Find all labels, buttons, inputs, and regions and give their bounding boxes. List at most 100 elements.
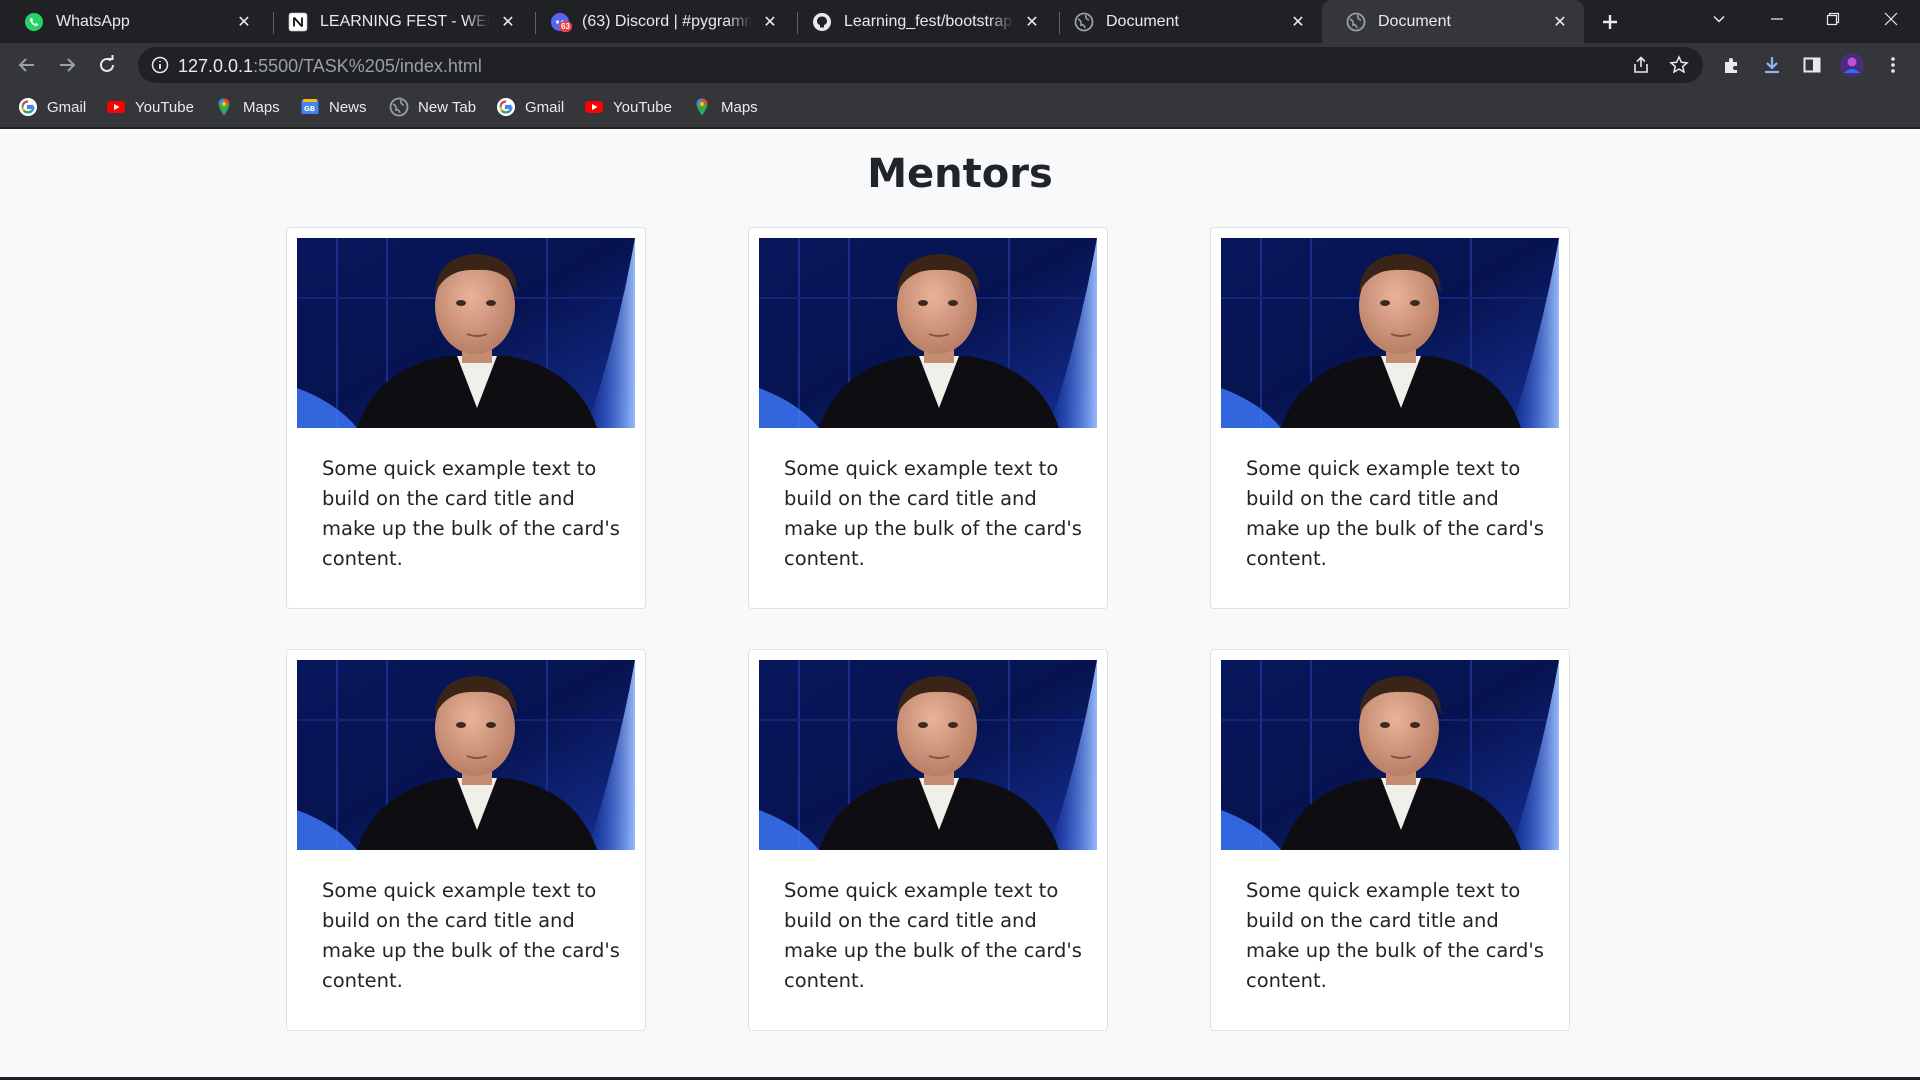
tab-whatsapp[interactable]: WhatsApp ✕ bbox=[0, 0, 268, 43]
tab-document[interactable]: Document ✕ bbox=[1050, 0, 1322, 43]
close-window-button[interactable] bbox=[1868, 0, 1914, 38]
plus-icon bbox=[1603, 15, 1617, 29]
close-icon[interactable]: ✕ bbox=[1550, 12, 1570, 32]
maps-icon bbox=[214, 97, 234, 117]
card-text: Some quick example text to build on the … bbox=[784, 457, 1082, 570]
close-icon[interactable]: ✕ bbox=[1288, 12, 1308, 32]
forward-button[interactable] bbox=[54, 52, 80, 78]
bookmark-label: YouTube bbox=[613, 98, 672, 116]
bookmark-gmail[interactable]: Gmail bbox=[496, 96, 564, 118]
mentor-card: Some quick example text to build on the … bbox=[286, 649, 646, 1031]
extensions-button[interactable] bbox=[1719, 52, 1745, 78]
mentor-photo bbox=[759, 660, 1097, 850]
card-text: Some quick example text to build on the … bbox=[1246, 457, 1544, 570]
svg-text:GB: GB bbox=[304, 105, 315, 113]
card-text: Some quick example text to build on the … bbox=[322, 879, 620, 992]
mentor-card: Some quick example text to build on the … bbox=[1210, 227, 1570, 609]
news-icon: GB bbox=[300, 97, 320, 117]
tab-search-button[interactable] bbox=[1696, 0, 1742, 38]
reload-icon bbox=[100, 55, 114, 72]
card-text: Some quick example text to build on the … bbox=[784, 879, 1082, 992]
youtube-icon bbox=[106, 97, 126, 117]
tab-github[interactable]: Learning_fest/bootstrap/ta ✕ bbox=[788, 0, 1056, 43]
tab-title: WhatsApp bbox=[56, 12, 130, 30]
minimize-icon bbox=[1771, 18, 1783, 20]
restore-icon bbox=[1826, 12, 1840, 26]
bookmark-label: News bbox=[329, 98, 367, 116]
page-title: Mentors bbox=[867, 151, 1053, 197]
chevron-down-icon bbox=[1713, 15, 1725, 23]
share-icon[interactable] bbox=[1631, 55, 1651, 80]
restore-button[interactable] bbox=[1810, 0, 1856, 38]
mentor-photo bbox=[1221, 238, 1559, 428]
address-bar[interactable]: 127.0.0.1:5500/TASK%205/index.html bbox=[138, 47, 1703, 83]
globe-icon bbox=[1074, 12, 1094, 32]
side-panel-button[interactable] bbox=[1799, 52, 1825, 78]
tab-title: Document bbox=[1378, 12, 1451, 30]
menu-button[interactable] bbox=[1880, 52, 1906, 78]
card-text: Some quick example text to build on the … bbox=[322, 457, 620, 570]
notification-badge: 63 bbox=[559, 20, 572, 32]
close-icon[interactable]: ✕ bbox=[234, 12, 254, 32]
browser-toolbar: 127.0.0.1:5500/TASK%205/index.html bbox=[0, 43, 1920, 87]
tab-title: Document bbox=[1106, 12, 1179, 30]
back-button[interactable] bbox=[14, 52, 40, 78]
close-icon[interactable]: ✕ bbox=[1022, 12, 1042, 32]
profile-avatar[interactable] bbox=[1839, 52, 1865, 78]
google-icon bbox=[496, 97, 516, 117]
page-content: Mentors Some quick example text to build… bbox=[0, 129, 1920, 1077]
mentor-card: Some quick example text to build on the … bbox=[748, 227, 1108, 609]
mentor-photo bbox=[1221, 660, 1559, 850]
arrow-left-icon bbox=[18, 58, 34, 72]
site-info-icon[interactable] bbox=[151, 56, 169, 79]
mentor-photo bbox=[759, 238, 1097, 428]
puzzle-icon bbox=[1725, 58, 1737, 73]
mentor-photo bbox=[297, 238, 635, 428]
url-text[interactable]: 127.0.0.1:5500/TASK%205/index.html bbox=[178, 56, 482, 77]
github-icon bbox=[812, 12, 832, 32]
tab-title: Learning_fest/bootstrap/ta bbox=[844, 12, 1014, 30]
bookmark-maps[interactable]: Maps bbox=[692, 96, 758, 118]
mentor-card: Some quick example text to build on the … bbox=[1210, 649, 1570, 1031]
globe-icon bbox=[389, 97, 409, 117]
google-icon bbox=[18, 97, 38, 117]
discord-icon: 63 bbox=[550, 12, 572, 32]
close-icon[interactable]: ✕ bbox=[498, 12, 518, 32]
bookmarks-bar: Gmail YouTube Maps GB News New Tab Gmail… bbox=[0, 87, 1920, 128]
maps-icon bbox=[692, 97, 712, 117]
whatsapp-icon bbox=[24, 12, 44, 32]
tab-title: (63) Discord | #pygrammers bbox=[582, 12, 752, 30]
downloads-button[interactable] bbox=[1759, 52, 1785, 78]
new-tab-button[interactable] bbox=[1596, 8, 1624, 36]
bookmark-star-icon[interactable] bbox=[1669, 55, 1689, 80]
bookmark-label: New Tab bbox=[418, 98, 477, 116]
close-icon bbox=[1884, 12, 1898, 26]
bookmark-label: Maps bbox=[243, 98, 280, 116]
tab-discord[interactable]: 63 (63) Discord | #pygrammers ✕ bbox=[526, 0, 794, 43]
globe-icon bbox=[1346, 12, 1366, 32]
mentor-card: Some quick example text to build on the … bbox=[748, 649, 1108, 1031]
bookmark-label: Gmail bbox=[525, 98, 565, 116]
tab-document-active[interactable]: Document ✕ bbox=[1322, 0, 1584, 43]
bookmark-news[interactable]: GB News bbox=[300, 96, 367, 118]
reload-button[interactable] bbox=[94, 52, 120, 78]
url-host: 127.0.0.1 bbox=[178, 56, 254, 76]
bookmark-youtube[interactable]: YouTube bbox=[106, 96, 194, 118]
card-text: Some quick example text to build on the … bbox=[1246, 879, 1544, 992]
url-path: :5500/TASK%205/index.html bbox=[253, 56, 482, 76]
close-icon[interactable]: ✕ bbox=[760, 12, 780, 32]
more-vertical-icon bbox=[1891, 57, 1895, 73]
side-panel-icon bbox=[1803, 57, 1821, 73]
bookmark-new-tab[interactable]: New Tab bbox=[389, 96, 476, 118]
mentor-photo bbox=[297, 660, 635, 850]
bookmark-gmail[interactable]: Gmail bbox=[18, 96, 86, 118]
bookmark-label: Maps bbox=[721, 98, 758, 116]
bookmark-youtube[interactable]: YouTube bbox=[584, 96, 672, 118]
minimize-button[interactable] bbox=[1754, 0, 1800, 38]
download-icon bbox=[1765, 57, 1779, 74]
bookmark-label: YouTube bbox=[135, 98, 194, 116]
bookmark-maps[interactable]: Maps bbox=[214, 96, 280, 118]
tab-strip: WhatsApp ✕ LEARNING FEST - WEB DEV ✕ 63 … bbox=[0, 0, 1920, 43]
youtube-icon bbox=[584, 97, 604, 117]
tab-notion[interactable]: LEARNING FEST - WEB DEV ✕ bbox=[264, 0, 532, 43]
